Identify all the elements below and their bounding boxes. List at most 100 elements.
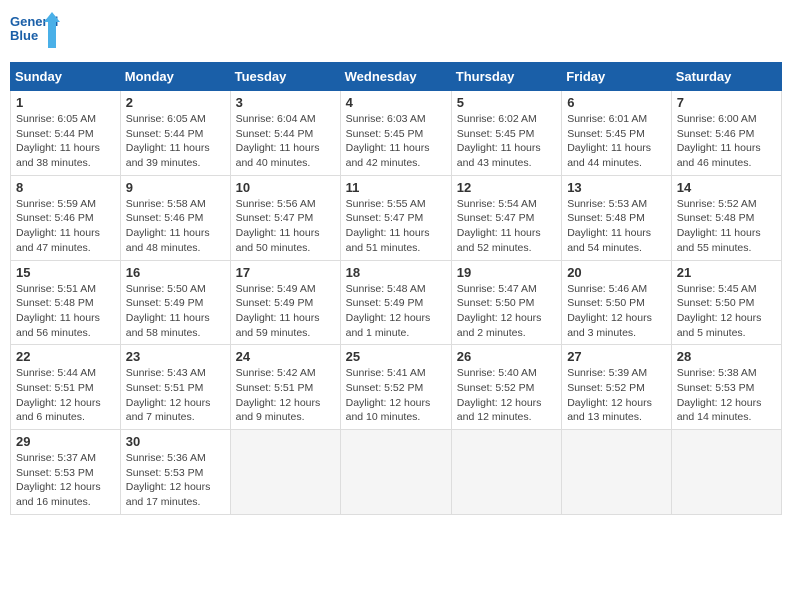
calendar-cell: 12 Sunrise: 5:54 AM Sunset: 5:47 PM Dayli…	[451, 175, 561, 260]
day-info: Sunrise: 5:43 AM Sunset: 5:51 PM Dayligh…	[126, 366, 225, 425]
calendar-cell: 11Sunrise: 5:55 AM Sunset: 5:47 PM Dayli…	[340, 175, 451, 260]
calendar-cell: 8 Sunrise: 5:59 AM Sunset: 5:46 PM Daylig…	[11, 175, 121, 260]
page-header: General Blue	[10, 10, 782, 52]
day-number: 6	[567, 95, 666, 110]
day-info: Sunrise: 5:42 AM Sunset: 5:51 PM Dayligh…	[236, 366, 335, 425]
day-info: Sunrise: 5:49 AM Sunset: 5:49 PM Dayligh…	[236, 282, 335, 341]
calendar-cell: 16 Sunrise: 5:50 AM Sunset: 5:49 PM Dayli…	[120, 260, 230, 345]
weekday-header: Tuesday	[230, 63, 340, 91]
calendar-cell: 17 Sunrise: 5:49 AM Sunset: 5:49 PM Dayli…	[230, 260, 340, 345]
day-number: 29	[16, 434, 115, 449]
day-number: 21	[677, 265, 776, 280]
calendar-cell: 3 Sunrise: 6:04 AM Sunset: 5:44 PM Daylig…	[230, 91, 340, 176]
calendar-week-row: 22Sunrise: 5:44 AM Sunset: 5:51 PM Dayli…	[11, 345, 782, 430]
day-number: 28	[677, 349, 776, 364]
calendar-cell: 27 Sunrise: 5:39 AM Sunset: 5:52 PM Dayli…	[562, 345, 672, 430]
calendar: SundayMondayTuesdayWednesdayThursdayFrid…	[10, 62, 782, 515]
calendar-cell: 20 Sunrise: 5:46 AM Sunset: 5:50 PM Dayli…	[562, 260, 672, 345]
day-number: 11	[346, 180, 446, 195]
calendar-cell: 30 Sunrise: 5:36 AM Sunset: 5:53 PM Dayli…	[120, 430, 230, 515]
day-number: 10	[236, 180, 335, 195]
day-info: Sunrise: 6:05 AM Sunset: 5:44 PM Dayligh…	[126, 112, 225, 171]
day-info: Sunrise: 5:39 AM Sunset: 5:52 PM Dayligh…	[567, 366, 666, 425]
day-info: Sunrise: 5:40 AM Sunset: 5:52 PM Dayligh…	[457, 366, 556, 425]
calendar-week-row: 8 Sunrise: 5:59 AM Sunset: 5:46 PM Daylig…	[11, 175, 782, 260]
day-number: 14	[677, 180, 776, 195]
day-number: 12	[457, 180, 556, 195]
day-number: 27	[567, 349, 666, 364]
logo-icon: General Blue	[10, 10, 60, 52]
day-info: Sunrise: 5:59 AM Sunset: 5:46 PM Dayligh…	[16, 197, 115, 256]
weekday-header: Thursday	[451, 63, 561, 91]
day-number: 24	[236, 349, 335, 364]
day-info: Sunrise: 6:01 AM Sunset: 5:45 PM Dayligh…	[567, 112, 666, 171]
day-number: 26	[457, 349, 556, 364]
calendar-week-row: 1 Sunrise: 6:05 AM Sunset: 5:44 PM Daylig…	[11, 91, 782, 176]
day-info: Sunrise: 5:54 AM Sunset: 5:47 PM Dayligh…	[457, 197, 556, 256]
weekday-header: Wednesday	[340, 63, 451, 91]
day-number: 30	[126, 434, 225, 449]
day-info: Sunrise: 6:04 AM Sunset: 5:44 PM Dayligh…	[236, 112, 335, 171]
day-info: Sunrise: 5:47 AM Sunset: 5:50 PM Dayligh…	[457, 282, 556, 341]
day-info: Sunrise: 5:44 AM Sunset: 5:51 PM Dayligh…	[16, 366, 115, 425]
calendar-cell: 18 Sunrise: 5:48 AM Sunset: 5:49 PM Dayli…	[340, 260, 451, 345]
day-info: Sunrise: 5:53 AM Sunset: 5:48 PM Dayligh…	[567, 197, 666, 256]
calendar-cell: 21 Sunrise: 5:45 AM Sunset: 5:50 PM Dayli…	[671, 260, 781, 345]
svg-text:Blue: Blue	[10, 28, 38, 43]
day-info: Sunrise: 5:37 AM Sunset: 5:53 PM Dayligh…	[16, 451, 115, 510]
calendar-cell	[340, 430, 451, 515]
calendar-cell: 25 Sunrise: 5:41 AM Sunset: 5:52 PM Dayli…	[340, 345, 451, 430]
day-number: 5	[457, 95, 556, 110]
calendar-cell	[671, 430, 781, 515]
calendar-cell: 6 Sunrise: 6:01 AM Sunset: 5:45 PM Daylig…	[562, 91, 672, 176]
day-number: 25	[346, 349, 446, 364]
calendar-cell	[230, 430, 340, 515]
day-number: 9	[126, 180, 225, 195]
day-info: Sunrise: 5:48 AM Sunset: 5:49 PM Dayligh…	[346, 282, 446, 341]
calendar-cell: 28Sunrise: 5:38 AM Sunset: 5:53 PM Dayli…	[671, 345, 781, 430]
calendar-week-row: 15Sunrise: 5:51 AM Sunset: 5:48 PM Dayli…	[11, 260, 782, 345]
calendar-cell	[562, 430, 672, 515]
day-number: 20	[567, 265, 666, 280]
calendar-cell: 7 Sunrise: 6:00 AM Sunset: 5:46 PM Daylig…	[671, 91, 781, 176]
day-info: Sunrise: 5:56 AM Sunset: 5:47 PM Dayligh…	[236, 197, 335, 256]
logo: General Blue	[10, 10, 60, 52]
day-number: 19	[457, 265, 556, 280]
day-info: Sunrise: 5:36 AM Sunset: 5:53 PM Dayligh…	[126, 451, 225, 510]
day-number: 16	[126, 265, 225, 280]
day-info: Sunrise: 6:03 AM Sunset: 5:45 PM Dayligh…	[346, 112, 446, 171]
day-number: 8	[16, 180, 115, 195]
day-number: 4	[346, 95, 446, 110]
weekday-header: Monday	[120, 63, 230, 91]
day-number: 1	[16, 95, 115, 110]
day-info: Sunrise: 6:00 AM Sunset: 5:46 PM Dayligh…	[677, 112, 776, 171]
calendar-cell: 19 Sunrise: 5:47 AM Sunset: 5:50 PM Dayli…	[451, 260, 561, 345]
day-number: 3	[236, 95, 335, 110]
calendar-cell: 10 Sunrise: 5:56 AM Sunset: 5:47 PM Dayli…	[230, 175, 340, 260]
day-info: Sunrise: 5:45 AM Sunset: 5:50 PM Dayligh…	[677, 282, 776, 341]
calendar-cell: 29 Sunrise: 5:37 AM Sunset: 5:53 PM Dayli…	[11, 430, 121, 515]
day-number: 17	[236, 265, 335, 280]
weekday-header: Saturday	[671, 63, 781, 91]
calendar-cell: 26 Sunrise: 5:40 AM Sunset: 5:52 PM Dayli…	[451, 345, 561, 430]
calendar-cell: 22Sunrise: 5:44 AM Sunset: 5:51 PM Dayli…	[11, 345, 121, 430]
day-number: 7	[677, 95, 776, 110]
calendar-cell: 4 Sunrise: 6:03 AM Sunset: 5:45 PM Daylig…	[340, 91, 451, 176]
day-info: Sunrise: 6:02 AM Sunset: 5:45 PM Dayligh…	[457, 112, 556, 171]
day-info: Sunrise: 5:50 AM Sunset: 5:49 PM Dayligh…	[126, 282, 225, 341]
weekday-header: Sunday	[11, 63, 121, 91]
day-info: Sunrise: 5:58 AM Sunset: 5:46 PM Dayligh…	[126, 197, 225, 256]
day-number: 13	[567, 180, 666, 195]
calendar-header-row: SundayMondayTuesdayWednesdayThursdayFrid…	[11, 63, 782, 91]
day-info: Sunrise: 6:05 AM Sunset: 5:44 PM Dayligh…	[16, 112, 115, 171]
day-number: 2	[126, 95, 225, 110]
calendar-cell: 23Sunrise: 5:43 AM Sunset: 5:51 PM Dayli…	[120, 345, 230, 430]
day-info: Sunrise: 5:52 AM Sunset: 5:48 PM Dayligh…	[677, 197, 776, 256]
calendar-cell	[451, 430, 561, 515]
calendar-cell: 13 Sunrise: 5:53 AM Sunset: 5:48 PM Dayli…	[562, 175, 672, 260]
day-info: Sunrise: 5:46 AM Sunset: 5:50 PM Dayligh…	[567, 282, 666, 341]
calendar-cell: 9 Sunrise: 5:58 AM Sunset: 5:46 PM Daylig…	[120, 175, 230, 260]
calendar-cell: 15Sunrise: 5:51 AM Sunset: 5:48 PM Dayli…	[11, 260, 121, 345]
day-number: 18	[346, 265, 446, 280]
day-info: Sunrise: 5:41 AM Sunset: 5:52 PM Dayligh…	[346, 366, 446, 425]
